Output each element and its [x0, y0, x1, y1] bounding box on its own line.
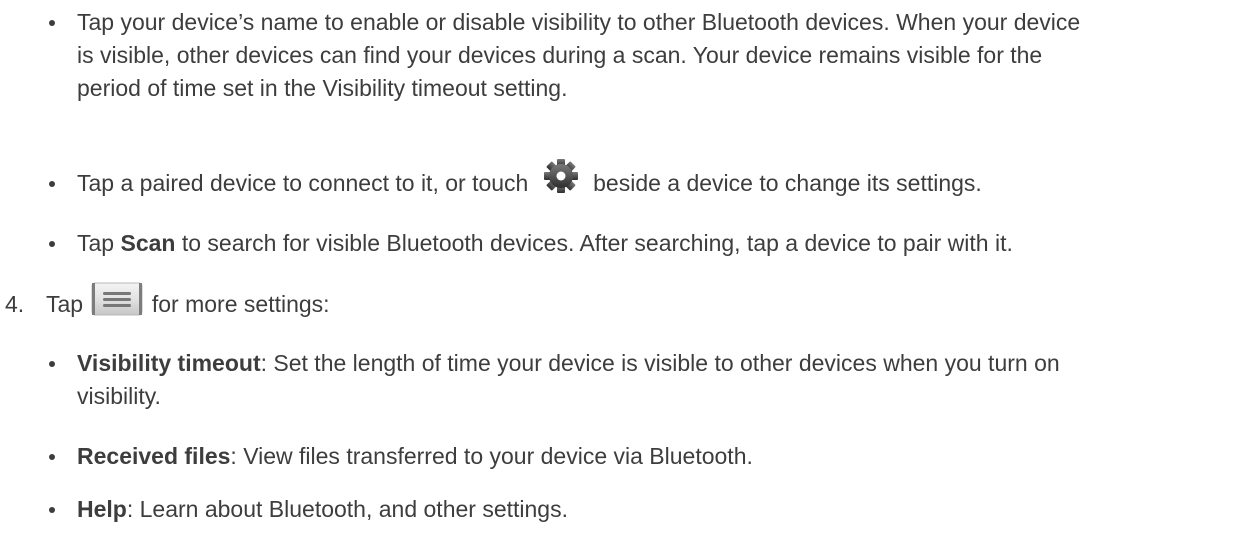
bullet-item: Tap your device’s name to enable or disa… — [49, 6, 1217, 105]
bullet-dot — [49, 454, 55, 460]
bullet-text-before-icon: Tap a paired device to connect to it, or… — [77, 170, 529, 196]
sub-bullet-item: Visibility timeout: Set the length of ti… — [49, 347, 1097, 413]
bullet-dot — [49, 20, 55, 26]
bullet-text-prefix: Tap — [77, 230, 115, 256]
bullet-dot — [49, 361, 55, 367]
sub-bullet-label: Visibility timeout — [77, 350, 261, 376]
sub-bullet-item: Received files: View files transferred t… — [49, 440, 1177, 473]
bullet-text-after-icon: beside a device to change its settings. — [593, 170, 982, 196]
bullet-dot — [49, 507, 55, 513]
sub-bullet-item: Help: Learn about Bluetooth, and other s… — [49, 493, 1177, 526]
bullet-item: Tap Scan to search for visible Bluetooth… — [49, 227, 1252, 260]
sub-bullet-text: : View files transferred to your device … — [230, 443, 753, 469]
menu-icon — [91, 282, 143, 319]
sub-bullet-text: : Learn about Bluetooth, and other setti… — [126, 496, 568, 522]
step-4-text: Tap for more settings: — [46, 282, 330, 322]
bullet-dot — [49, 241, 55, 247]
sub-bullet-label: Received files — [77, 443, 231, 469]
sub-bullet-label: Help — [77, 496, 127, 522]
step-4-text-before-icon: Tap — [46, 291, 84, 317]
bullet-text: Tap your device’s name to enable or disa… — [77, 9, 1081, 101]
step-number: 4. — [5, 291, 25, 317]
step-4-text-after-icon: for more settings: — [151, 291, 330, 317]
bullet-item: Tap a paired device to connect to it, or… — [49, 159, 1217, 201]
scan-keyword: Scan — [120, 230, 176, 256]
bullet-text-suffix: to search for visible Bluetooth devices.… — [181, 230, 1013, 256]
bullet-dot — [49, 181, 55, 187]
gear-icon — [541, 158, 581, 194]
